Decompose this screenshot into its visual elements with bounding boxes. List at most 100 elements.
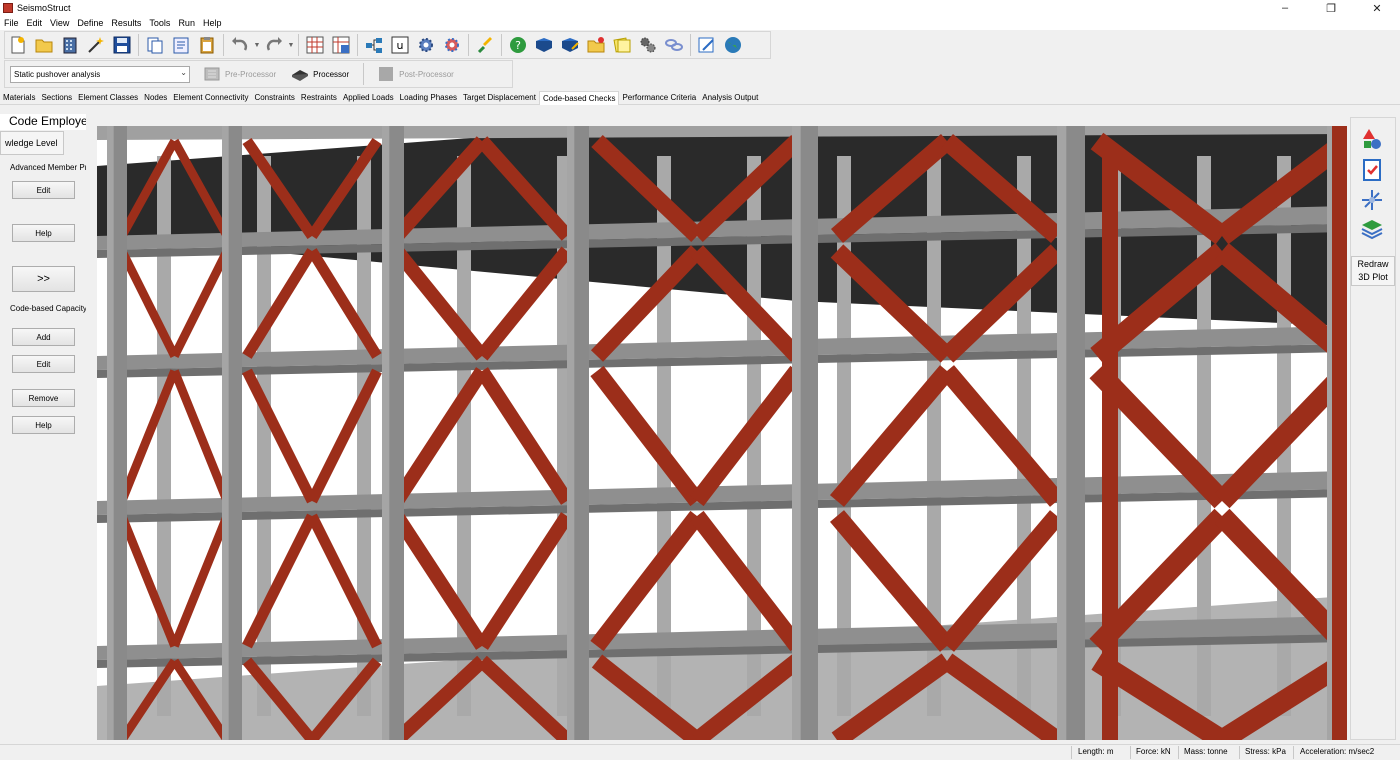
menu-file[interactable]: File	[0, 18, 23, 28]
redraw-3d-plot-label: 3D Plot	[1358, 272, 1388, 282]
menu-define[interactable]: Define	[73, 18, 107, 28]
tab-element-connectivity[interactable]: Element Connectivity	[170, 91, 251, 104]
analysis-toolbar: Static pushover analysis ⌄ Pre-Processor…	[4, 60, 513, 88]
processor-button[interactable]: Processor	[290, 66, 349, 82]
help-icon[interactable]: ?	[505, 32, 531, 58]
help-capacity-button[interactable]: Help	[12, 416, 75, 434]
steel-column	[1332, 126, 1347, 740]
tab-constraints[interactable]: Constraints	[251, 91, 297, 104]
3d-structure-plot	[97, 126, 1347, 740]
tab-performance-criteria[interactable]: Performance Criteria	[619, 91, 699, 104]
redraw-3d-plot-button[interactable]: Redraw 3D Plot	[1351, 256, 1395, 286]
help-member-button[interactable]: Help	[12, 224, 75, 242]
edit-member-button[interactable]: Edit	[12, 181, 75, 199]
tab-target-displacement[interactable]: Target Displacement	[460, 91, 539, 104]
notes-icon[interactable]	[609, 32, 635, 58]
steel-brace	[242, 248, 317, 359]
redraw-label: Redraw	[1357, 259, 1389, 269]
analysis-type-select[interactable]: Static pushover analysis ⌄	[10, 65, 190, 83]
menu-view[interactable]: View	[46, 18, 73, 28]
front-column-highlight	[792, 126, 801, 740]
code-employed-header: Code Employe	[0, 114, 86, 130]
axes-icon[interactable]	[1360, 188, 1384, 212]
advanced-member-label: Advanced Member Pr	[10, 163, 86, 172]
steel-brace	[170, 514, 232, 648]
tab-restraints[interactable]: Restraints	[298, 91, 340, 104]
layers-icon[interactable]	[1360, 217, 1384, 241]
building-wizard-icon[interactable]	[57, 32, 83, 58]
menu-tools[interactable]: Tools	[145, 18, 174, 28]
copy-icon[interactable]	[142, 32, 168, 58]
edit-capacity-button[interactable]: Edit	[12, 355, 75, 373]
menu-run[interactable]: Run	[174, 18, 199, 28]
book-pen-icon[interactable]	[557, 32, 583, 58]
tab-applied-loads[interactable]: Applied Loads	[340, 91, 397, 104]
menu-edit[interactable]: Edit	[23, 18, 47, 28]
tab-code-based-checks[interactable]: Code-based Checks	[538, 91, 620, 105]
shapes-icon[interactable]	[1360, 127, 1384, 151]
settings-gear-icon[interactable]	[413, 32, 439, 58]
front-column-highlight	[1057, 126, 1067, 740]
code-capacity-label: Code-based Capacity	[10, 304, 86, 313]
svg-text:u: u	[397, 39, 404, 52]
title-bar: SeismoStruct – ❐ ✕	[0, 0, 1400, 16]
close-button[interactable]: ✕	[1354, 0, 1400, 16]
expand-panel-button[interactable]: >>	[12, 266, 75, 292]
restore-button[interactable]: ❐	[1308, 0, 1354, 16]
pre-processor-icon	[204, 67, 220, 81]
redo-dropdown[interactable]: ▼	[287, 42, 295, 49]
status-stress: Stress: kPa	[1245, 747, 1286, 756]
u-button-icon[interactable]: u	[387, 32, 413, 58]
front-column-highlight	[222, 126, 229, 740]
tab-nodes[interactable]: Nodes	[141, 91, 170, 104]
brush-icon[interactable]	[472, 32, 498, 58]
steel-brace	[242, 513, 317, 649]
tab-materials[interactable]: Materials	[0, 91, 38, 104]
cogs-icon[interactable]	[635, 32, 661, 58]
remove-capacity-button[interactable]: Remove	[12, 389, 75, 407]
globe-icon[interactable]	[720, 32, 746, 58]
undo-dropdown[interactable]: ▼	[253, 42, 261, 49]
steel-brace	[242, 368, 317, 504]
tab-sections[interactable]: Sections	[38, 91, 75, 104]
book-icon[interactable]	[531, 32, 557, 58]
new-file-icon[interactable]	[5, 32, 31, 58]
right-panel: Redraw 3D Plot	[1350, 117, 1396, 740]
redo-icon[interactable]	[261, 32, 287, 58]
checklist-icon[interactable]	[1360, 158, 1384, 182]
analysis-type-value: Static pushover analysis	[14, 69, 101, 79]
status-length: Length: m	[1078, 747, 1114, 756]
folder-star-icon[interactable]	[583, 32, 609, 58]
open-folder-icon[interactable]	[31, 32, 57, 58]
tab-element-classes[interactable]: Element Classes	[75, 91, 141, 104]
save-icon[interactable]	[109, 32, 135, 58]
knowledge-level-button[interactable]: wledge Level	[0, 131, 64, 155]
menu-bar: File Edit View Define Results Tools Run …	[0, 16, 1400, 30]
pre-processor-label: Pre-Processor	[225, 69, 277, 79]
status-bar: Length: m Force: kN Mass: tonne Stress: …	[0, 744, 1400, 760]
tab-analysis-output[interactable]: Analysis Output	[699, 91, 761, 104]
frame-edit-icon[interactable]	[328, 32, 354, 58]
tab-loading-phases[interactable]: Loading Phases	[397, 91, 460, 104]
3d-model-viewport[interactable]	[97, 126, 1347, 740]
paste-icon[interactable]	[168, 32, 194, 58]
undo-icon[interactable]	[227, 32, 253, 58]
menu-help[interactable]: Help	[199, 18, 226, 28]
magic-wand-icon[interactable]	[83, 32, 109, 58]
front-column-highlight	[382, 126, 390, 740]
network-icon[interactable]	[361, 32, 387, 58]
post-processor-button[interactable]: Post-Processor	[376, 66, 454, 82]
frame-view-icon[interactable]	[302, 32, 328, 58]
pre-processor-button[interactable]: Pre-Processor	[202, 66, 276, 82]
minimize-button[interactable]: –	[1262, 0, 1308, 16]
advanced-settings-icon[interactable]	[439, 32, 465, 58]
clipboard-icon[interactable]	[194, 32, 220, 58]
module-tabs: Materials Sections Element Classes Nodes…	[0, 91, 1400, 105]
status-acceleration: Acceleration: m/sec2	[1300, 747, 1375, 756]
add-capacity-button[interactable]: Add	[12, 328, 75, 346]
link-icon[interactable]	[661, 32, 687, 58]
steel-column	[1102, 146, 1118, 740]
post-processor-label: Post-Processor	[399, 69, 454, 79]
menu-results[interactable]: Results	[107, 18, 145, 28]
edit-icon[interactable]	[694, 32, 720, 58]
